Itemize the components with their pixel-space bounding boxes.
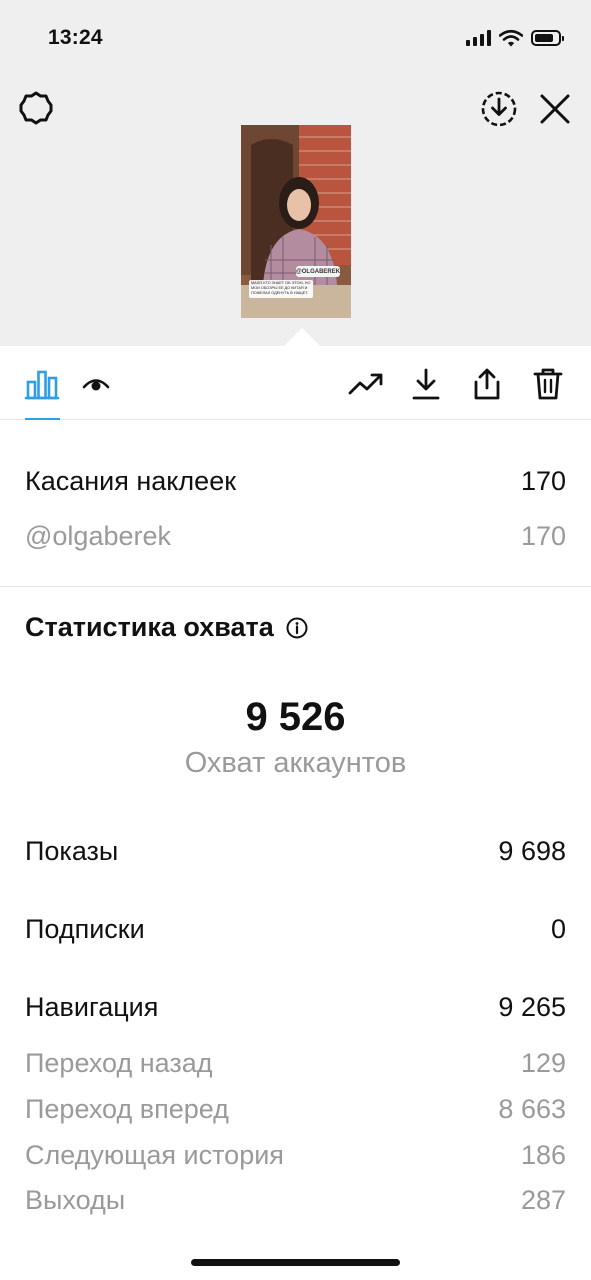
story-header: 13:24 @OLGABEREK МАЛО КТО ЗНАЕТ ОБ ЭТОМ,… — [0, 0, 591, 346]
trending-up-icon — [348, 373, 383, 395]
tab-viewers[interactable] — [78, 366, 114, 402]
follows-value: 0 — [550, 914, 566, 944]
navigation-label: Навигация — [25, 992, 159, 1022]
reach-title-text: Статистика охвата — [25, 612, 274, 642]
share-button[interactable] — [469, 366, 505, 402]
impressions-row: Показы 9 698 — [25, 836, 566, 867]
home-indicator[interactable] — [191, 1259, 400, 1266]
info-icon[interactable] — [286, 617, 308, 639]
next-story-value: 186 — [520, 1140, 566, 1170]
navigation-row: Навигация 9 265 — [25, 992, 566, 1023]
gear-icon — [19, 91, 53, 125]
download-icon — [412, 368, 440, 400]
next-story-label: Следующая история — [25, 1140, 284, 1170]
sticker-mention-value: 170 — [520, 521, 566, 551]
status-time: 13:24 — [48, 26, 103, 49]
close-button[interactable] — [534, 88, 576, 130]
back-row: Переход назад 129 — [25, 1048, 566, 1079]
navigation-value: 9 265 — [498, 992, 566, 1022]
exits-row: Выходы 287 — [25, 1185, 566, 1216]
download-circle-icon — [481, 91, 517, 127]
mention-sticker: @OLGABEREK — [296, 266, 340, 277]
impressions-value: 9 698 — [498, 836, 566, 866]
close-icon — [540, 94, 570, 124]
back-label: Переход назад — [25, 1048, 213, 1078]
accounts-reached-number: 9 526 — [245, 695, 346, 739]
promote-button[interactable] — [348, 366, 384, 402]
sticker-mention-label: @olgaberek — [25, 521, 171, 551]
follows-label: Подписки — [25, 914, 145, 944]
exits-value: 287 — [520, 1185, 566, 1215]
trash-icon — [533, 368, 563, 400]
download-button[interactable] — [408, 366, 444, 402]
story-caption: МАЛО КТО ЗНАЕТ ОБ ЭТОМ, НО МОИ ОБОЗРЫ ЕЕ… — [249, 280, 313, 298]
sticker-taps-row: Касания наклеек 170 — [25, 466, 566, 497]
accounts-reached-caption: Охват аккаунтов — [184, 747, 407, 779]
delete-button[interactable] — [530, 366, 566, 402]
follows-row: Подписки 0 — [25, 914, 566, 945]
sticker-taps-value: 170 — [520, 466, 566, 496]
section-divider — [0, 586, 591, 587]
eye-icon — [82, 379, 110, 391]
forward-row: Переход вперед 8 663 — [25, 1094, 566, 1125]
sticker-taps-label: Касания наклеек — [25, 466, 237, 496]
exits-label: Выходы — [25, 1185, 126, 1215]
impressions-label: Показы — [25, 836, 119, 866]
next-story-row: Следующая история 186 — [25, 1140, 566, 1171]
sticker-mention-row[interactable]: @olgaberek 170 — [25, 521, 566, 552]
settings-button[interactable] — [16, 88, 56, 128]
story-thumbnail[interactable]: @OLGABEREK МАЛО КТО ЗНАЕТ ОБ ЭТОМ, НО МО… — [241, 125, 351, 318]
forward-label: Переход вперед — [25, 1094, 229, 1124]
bar-chart-icon — [24, 370, 60, 400]
back-value: 129 — [520, 1048, 566, 1078]
share-icon — [474, 368, 500, 400]
active-tab-indicator — [25, 418, 60, 420]
reach-section-title: Статистика охвата — [25, 612, 308, 643]
forward-value: 8 663 — [498, 1094, 566, 1124]
wifi-icon — [499, 29, 523, 47]
thumbnail-pointer — [284, 328, 320, 346]
battery-icon — [531, 30, 564, 46]
tab-insights[interactable] — [24, 366, 60, 402]
status-icons — [466, 26, 564, 50]
insights-toolbar — [0, 346, 591, 420]
cellular-signal-icon — [466, 30, 491, 46]
save-story-button[interactable] — [478, 88, 520, 130]
